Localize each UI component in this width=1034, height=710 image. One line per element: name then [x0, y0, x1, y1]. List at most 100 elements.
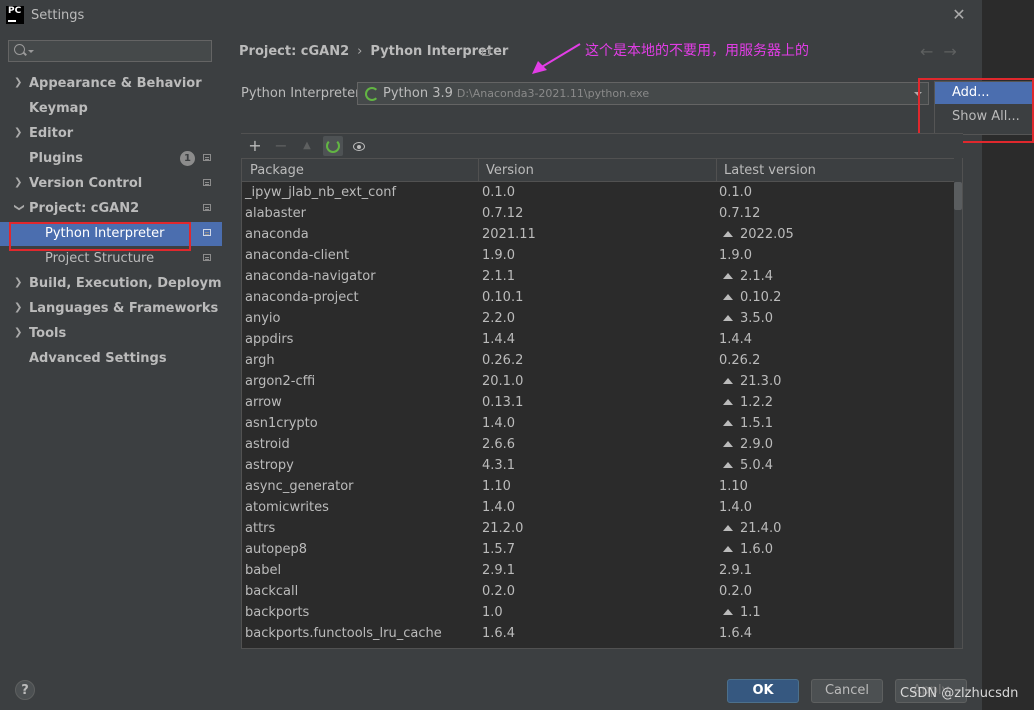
sidebar-item-project[interactable]: ❯ Project: cGAN2: [0, 197, 222, 221]
package-name: alabaster: [245, 206, 306, 221]
package-latest-cell: 21.3.0: [719, 374, 781, 389]
package-latest-version: 0.1.0: [719, 185, 753, 200]
package-version: 0.26.2: [482, 353, 524, 368]
window-title: Settings: [31, 8, 85, 23]
table-row[interactable]: backports.functools_lru_cache 1.6.4 1.6.4: [242, 623, 954, 644]
sidebar-item-label: Project Structure: [45, 251, 155, 266]
table-row[interactable]: astroid 2.6.6 2.9.0: [242, 434, 954, 455]
upgrade-available-icon: [723, 462, 733, 468]
table-row[interactable]: async_generator 1.10 1.10: [242, 476, 954, 497]
scrollbar-track[interactable]: [954, 182, 962, 648]
breadcrumb: Project: cGAN2 › Python Interpreter: [239, 44, 508, 59]
upgrade-package-icon[interactable]: ▲: [297, 136, 317, 156]
show-early-releases-eye-icon[interactable]: [349, 136, 369, 156]
back-forward-navigation[interactable]: ←→: [920, 42, 967, 61]
package-latest-version: 5.0.4: [740, 458, 774, 473]
sidebar-item-keymap[interactable]: Keymap: [0, 97, 222, 121]
column-header-version[interactable]: Version: [486, 163, 534, 178]
sidebar-item-advanced-settings[interactable]: Advanced Settings: [0, 347, 222, 371]
package-name: anaconda: [245, 227, 309, 242]
interpreter-select[interactable]: Python 3.9 D:\Anaconda3-2021.11\python.ex…: [357, 82, 929, 105]
chevron-right-icon: ❯: [14, 77, 23, 88]
package-name: autopep8: [245, 542, 308, 557]
project-settings-icon: [203, 254, 211, 261]
package-name: anaconda-project: [245, 290, 359, 305]
search-input[interactable]: [8, 40, 212, 62]
chevron-down-icon: ❯: [13, 203, 25, 212]
table-row[interactable]: babel 2.9.1 2.9.1: [242, 560, 954, 581]
package-latest-cell: 5.0.4: [719, 458, 773, 473]
sidebar-item-appearance-behavior[interactable]: ❯ Appearance & Behavior: [0, 72, 222, 96]
table-row[interactable]: anaconda-project 0.10.1 0.10.2: [242, 287, 954, 308]
table-row[interactable]: atomicwrites 1.4.0 1.4.0: [242, 497, 954, 518]
sidebar-item-plugins[interactable]: Plugins 1: [0, 147, 222, 171]
column-header-latest-version[interactable]: Latest version: [724, 163, 816, 178]
refresh-loading-icon[interactable]: [323, 136, 343, 156]
package-version: 2.6.6: [482, 437, 516, 452]
close-icon[interactable]: ✕: [950, 6, 968, 24]
interpreter-label: Python Interpreter:: [241, 86, 365, 101]
package-latest-version: 1.1: [740, 605, 761, 620]
search-options-icon[interactable]: [28, 50, 34, 56]
table-row[interactable]: argh 0.26.2 0.26.2: [242, 350, 954, 371]
package-name: astroid: [245, 437, 290, 452]
highlight-box-python-interpreter: [9, 222, 191, 251]
sidebar-item-label: Appearance & Behavior: [29, 76, 202, 91]
sidebar-item-label: Plugins: [29, 151, 83, 166]
project-settings-icon: [203, 204, 211, 211]
table-row[interactable]: arrow 0.13.1 1.2.2: [242, 392, 954, 413]
back-arrow-icon[interactable]: ←: [920, 42, 943, 61]
upgrade-available-icon: [723, 273, 733, 279]
table-row[interactable]: _ipyw_jlab_nb_ext_conf 0.1.0 0.1.0: [242, 182, 954, 203]
table-row[interactable]: anyio 2.2.0 3.5.0: [242, 308, 954, 329]
sidebar-item-build-execution-deployment[interactable]: ❯ Build, Execution, Deployment: [0, 272, 246, 296]
upgrade-available-icon: [723, 378, 733, 384]
sidebar-item-languages-frameworks[interactable]: ❯ Languages & Frameworks: [0, 297, 222, 321]
package-latest-cell: 2.1.4: [719, 269, 773, 284]
table-row[interactable]: anaconda-navigator 2.1.1 2.1.4: [242, 266, 954, 287]
uninstall-package-icon[interactable]: −: [271, 136, 291, 156]
package-version: 2.9.1: [482, 563, 516, 578]
package-latest-cell: 1.10: [719, 479, 748, 494]
table-row[interactable]: argon2-cffi 20.1.0 21.3.0: [242, 371, 954, 392]
package-version: 1.4.0: [482, 500, 516, 515]
package-latest-version: 0.2.0: [719, 584, 753, 599]
interpreter-name: Python 3.9: [383, 86, 453, 101]
package-latest-version: 1.4.0: [719, 500, 753, 515]
column-header-package[interactable]: Package: [250, 163, 304, 178]
package-version: 1.0: [482, 605, 503, 620]
table-row[interactable]: backcall 0.2.0 0.2.0: [242, 581, 954, 602]
sidebar-item-label: Version Control: [29, 176, 143, 191]
package-latest-cell: 3.5.0: [719, 311, 773, 326]
breadcrumb-project[interactable]: Project: cGAN2: [239, 44, 349, 59]
chevron-right-icon: ❯: [14, 302, 23, 313]
table-row[interactable]: asn1crypto 1.4.0 1.5.1: [242, 413, 954, 434]
sidebar-item-editor[interactable]: ❯ Editor: [0, 122, 222, 146]
package-name: anaconda-navigator: [245, 269, 376, 284]
packages-table-header: Package Version Latest version: [242, 158, 954, 183]
table-row[interactable]: astropy 4.3.1 5.0.4: [242, 455, 954, 476]
upgrade-available-icon: [723, 441, 733, 447]
scrollbar-thumb[interactable]: [954, 182, 962, 210]
sidebar-item-tools[interactable]: ❯ Tools: [0, 322, 222, 346]
help-button[interactable]: ?: [15, 680, 35, 700]
project-settings-icon: [203, 179, 211, 186]
table-row[interactable]: autopep8 1.5.7 1.6.0: [242, 539, 954, 560]
table-row[interactable]: backports 1.0 1.1: [242, 602, 954, 623]
table-row[interactable]: attrs 21.2.0 21.4.0: [242, 518, 954, 539]
forward-arrow-icon[interactable]: →: [943, 42, 966, 61]
table-row[interactable]: anaconda 2021.11 2022.05: [242, 224, 954, 245]
upgrade-available-icon: [723, 294, 733, 300]
table-row[interactable]: alabaster 0.7.12 0.7.12: [242, 203, 954, 224]
ok-button[interactable]: OK: [727, 679, 799, 703]
package-name: attrs: [245, 521, 276, 536]
table-row[interactable]: anaconda-client 1.9.0 1.9.0: [242, 245, 954, 266]
breadcrumb-separator: ›: [357, 44, 363, 59]
chevron-right-icon: ❯: [14, 327, 23, 338]
cancel-button[interactable]: Cancel: [811, 679, 883, 703]
install-package-icon[interactable]: +: [245, 136, 265, 156]
sidebar-item-version-control[interactable]: ❯ Version Control: [0, 172, 222, 196]
package-latest-cell: 1.4.0: [719, 500, 752, 515]
table-row[interactable]: appdirs 1.4.4 1.4.4: [242, 329, 954, 350]
project-settings-icon: [482, 49, 490, 56]
